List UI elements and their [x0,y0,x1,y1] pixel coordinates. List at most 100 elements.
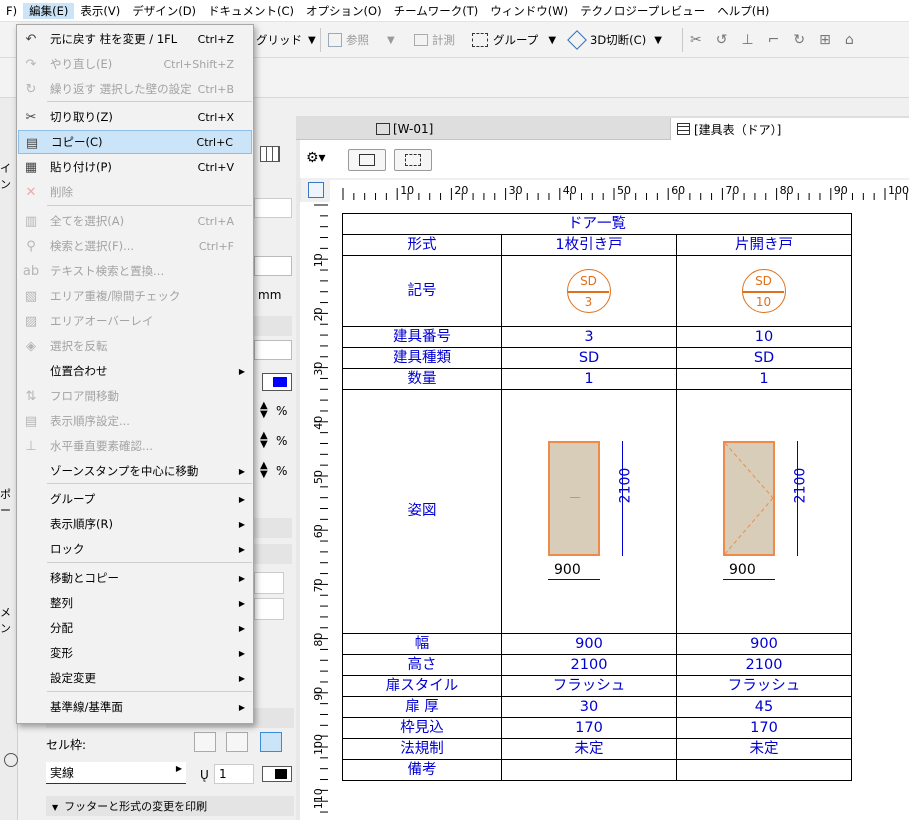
menu-item-shortcut: Ctrl+Z [197,32,234,46]
print-footer-section[interactable]: ▼ フッターと形式の変更を印刷 [46,796,294,816]
edit-menu-item[interactable]: 基準線/基準面 ▶ [18,695,252,719]
section-3d-button[interactable]: 3D切断(C) ▼ [567,30,662,50]
edit-menu-item[interactable]: 移動とコピー ▶ [18,566,252,590]
edit-menu-item[interactable]: 整列 ▶ [18,591,252,615]
edit-menu-item[interactable]: ✕ 削除 [18,180,252,204]
door-symbol-icon: SD 3 [567,269,611,313]
display-order-icon: ▤ [24,413,38,429]
group-button[interactable]: グループ ▼ [472,30,556,50]
row-header: 備考 [342,759,502,781]
edit-menu-item[interactable]: ロック ▶ [18,537,252,561]
stepper-1[interactable]: ▲ ▼ [260,401,268,420]
menu-item-label: 切り取り(Z) [50,110,113,124]
edit-menu-item[interactable]: 変形 ▶ [18,641,252,665]
edit-menu-item[interactable]: ▦ 貼り付け(P) Ctrl+V [18,155,252,179]
dropdown-field-2[interactable] [254,340,292,360]
edit-tools-icons[interactable]: ✂↺⊥⌐↻⊞⌂ [690,30,868,50]
settings-gear-icon[interactable]: ⚙▾ [306,150,326,166]
ruler-tick-label: 70 [312,578,325,592]
edit-menu-item[interactable]: ▧ エリア重複/隙間チェック [18,284,252,308]
menu-tech-preview[interactable]: テクノロジープレビュー [574,3,711,19]
ruler-tick-label: 20 [454,184,468,197]
grid-snap-control[interactable]: グリッド ▼ [256,30,316,50]
height-dim-label: 2100 [792,467,809,503]
row-header: 高さ [342,654,502,676]
menu-item-shortcut: Ctrl+Shift+Z [163,57,234,71]
measure-label: 計測 [432,33,455,47]
frame-style-all-button[interactable] [260,732,282,752]
edit-menu-item[interactable]: ▤ コピー(C) Ctrl+C [18,130,252,154]
table-cell: 30 [501,696,677,718]
menu-item-shortcut: Ctrl+V [197,160,234,174]
menu-teamwork[interactable]: チームワーク(T) [388,3,485,19]
edit-menu-item[interactable]: 設定変更 ▶ [18,666,252,690]
line-weight-field[interactable]: 1 [214,764,254,784]
menu-help[interactable]: ヘルプ(H) [711,3,775,19]
dropdown-field[interactable] [254,256,292,276]
edit-menu-item[interactable]: ⚲ 検索と選択(F)... Ctrl+F [18,234,252,258]
ruler-tick-label: 10 [312,253,325,267]
edit-menu-item[interactable]: 分配 ▶ [18,616,252,640]
edit-menu-item[interactable]: ▥ 全てを選択(A) Ctrl+A [18,209,252,233]
edit-menu-item[interactable]: ↻ 繰り返す 選択した壁の設定 Ctrl+B [18,77,252,101]
measure-button[interactable]: 計測 [414,30,455,50]
horizontal-ruler: 10 20 30 40 50 60 70 80 90 100 [330,180,909,202]
frame-style-none-button[interactable] [194,732,216,752]
frame-style-inner-button[interactable] [226,732,248,752]
field-box-1[interactable] [254,572,284,594]
floor-move-icon: ⇅ [25,388,37,404]
edit-menu-item[interactable]: ✂ 切り取り(Z) Ctrl+X [18,105,252,129]
reference-button[interactable]: 参照 ▼ [328,30,395,50]
edit-menu-item[interactable]: ↶ 元に戻す 柱を変更 / 1FL Ctrl+Z [18,27,252,51]
zoom-icon [405,154,421,166]
tab-schedule[interactable]: [建具表（ドア）] [670,118,909,140]
menu-file[interactable]: F) [0,4,23,18]
menu-edit[interactable]: 編集(E) [23,2,75,19]
width-dim-label: 900 [729,561,756,578]
ruler-tick-label: 50 [312,470,325,484]
edit-menu-item[interactable]: ⊥ 水平垂直要素確認... [18,434,252,458]
edit-menu-item[interactable]: ↷ やり直し(E) Ctrl+Shift+Z [18,52,252,76]
find-select-icon: ⚲ [26,238,36,254]
table-icon[interactable] [260,146,280,162]
edit-menu-item[interactable]: ▤ 表示順序設定... [18,409,252,433]
edit-menu-item[interactable]: 位置合わせ ▶ [18,359,252,383]
tab-plan[interactable]: [W-01] [370,118,439,140]
menu-design[interactable]: デザイン(D) [126,3,202,19]
unit-mm-label: mm [258,288,282,302]
menu-item-label: 設定変更 [50,671,96,685]
swing-door-elevation [723,440,775,556]
color-swatch-blue[interactable] [262,373,292,391]
stepper-2[interactable]: ▲ ▼ [260,431,268,450]
field-box-2[interactable] [254,598,284,620]
submenu-arrow-icon: ▶ [238,673,245,683]
reference-label: 参照 [346,33,369,47]
ellipsis-field[interactable] [254,198,292,218]
line-type-select[interactable]: 実線 ▶ [46,762,186,784]
edit-menu-item[interactable]: グループ ▶ [18,487,252,511]
stepper-3[interactable]: ▲ ▼ [260,461,268,480]
edit-menu-item[interactable]: ▨ エリアオーバーレイ [18,309,252,333]
delete-icon: ✕ [25,184,37,200]
edit-menu-item[interactable]: ⇅ フロア間移動 [18,384,252,408]
menu-item-label: 変形 [50,646,73,660]
menu-view[interactable]: 表示(V) [74,3,126,19]
edit-menu-item[interactable]: ab テキスト検索と置換... [18,259,252,283]
ruler-origin-icon[interactable] [308,182,324,198]
table-cell: 未定 [501,738,677,760]
menu-document[interactable]: ドキュメント(C) [202,3,300,19]
menu-item-label: 検索と選択(F)... [50,239,135,253]
zoom-button[interactable] [394,149,432,171]
pen-color-swatch[interactable] [262,766,292,782]
menu-window[interactable]: ウィンドウ(W) [484,3,574,19]
ruler-tick-label: 30 [509,184,523,197]
fit-in-window-button[interactable] [348,149,386,171]
edit-menu-item[interactable]: 表示順序(R) ▶ [18,512,252,536]
edit-menu-item[interactable]: ゾーンスタンプを中心に移動 ▶ [18,459,252,483]
menu-options[interactable]: オプション(O) [300,3,388,19]
table-row: 記号 SD 3 SD 10 [342,255,852,327]
circle-tool-icon[interactable] [4,753,18,767]
toolbox-label-member: メン [0,606,11,635]
edit-menu-item[interactable]: ◈ 選択を反転 [18,334,252,358]
door-symbol-icon: SD 10 [742,269,786,313]
